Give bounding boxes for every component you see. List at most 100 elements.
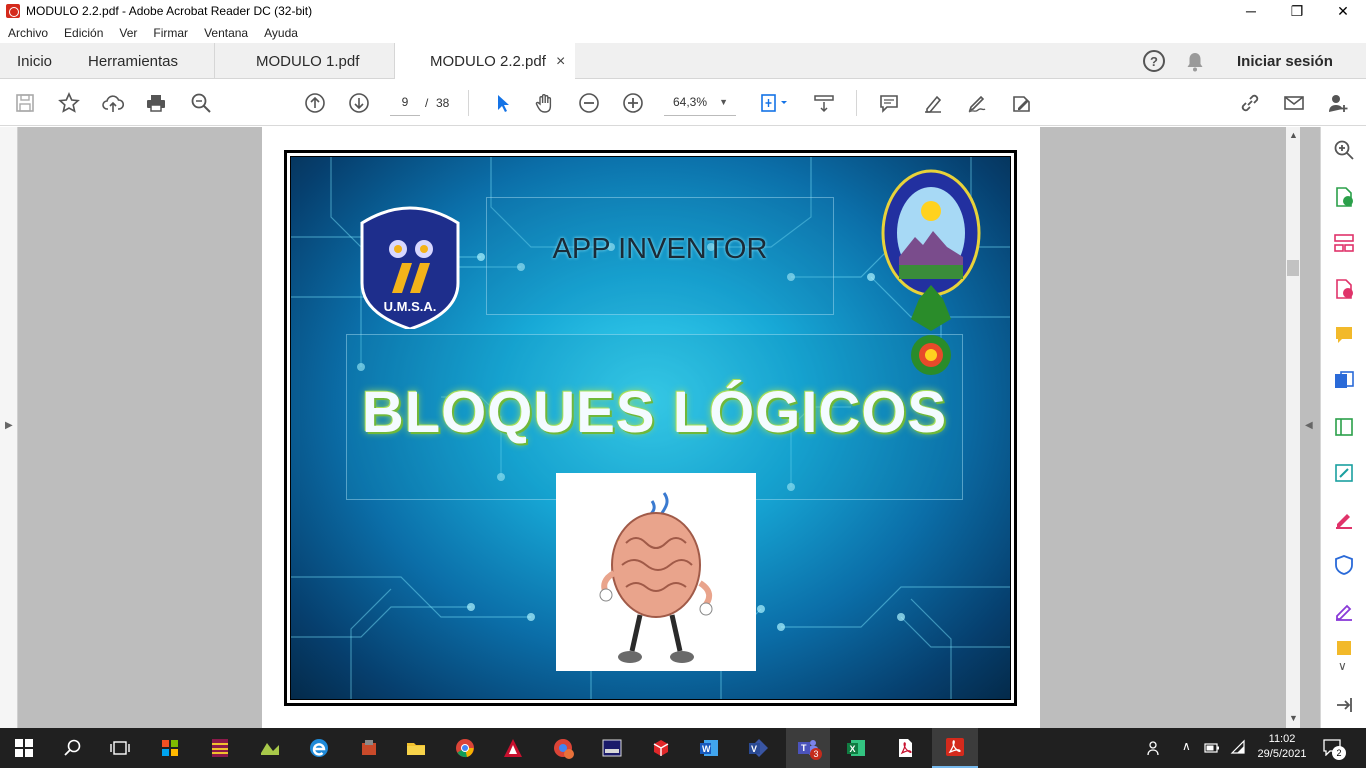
organize-pages-icon[interactable]	[1332, 231, 1356, 255]
add-user-icon[interactable]	[1325, 90, 1351, 116]
store-icon[interactable]	[155, 734, 185, 762]
next-page-icon[interactable]	[346, 90, 372, 116]
menu-edicion[interactable]: Edición	[56, 26, 111, 40]
sign-pen-icon[interactable]	[964, 90, 990, 116]
system-clock[interactable]: 11:02 29/5/2021	[1252, 732, 1312, 762]
teams-icon[interactable]: T 3	[786, 728, 830, 768]
page-number-input[interactable]: 9	[390, 92, 420, 116]
cobra-app-icon[interactable]	[255, 734, 285, 762]
autocad-icon[interactable]	[498, 734, 528, 762]
vertical-scrollbar[interactable]: ▲ ▼	[1286, 127, 1300, 728]
select-cursor-icon[interactable]	[489, 90, 515, 116]
request-signature-icon[interactable]	[1332, 599, 1356, 623]
action-center-icon[interactable]: 2	[1322, 738, 1346, 760]
chrome-profile-icon[interactable]	[548, 734, 578, 762]
menu-archivo[interactable]: Archivo	[0, 26, 56, 40]
fill-sign-icon[interactable]	[1008, 90, 1034, 116]
edit-pdf-icon[interactable]	[1332, 461, 1356, 485]
fit-page-icon[interactable]	[755, 90, 791, 116]
zoom-level-value: 64,3%	[673, 95, 708, 109]
sign-in-button[interactable]: Iniciar sesión	[1237, 53, 1333, 70]
email-icon[interactable]	[1281, 90, 1307, 116]
compress-pdf-icon[interactable]	[1332, 415, 1356, 439]
svg-text:T: T	[801, 743, 807, 753]
umsa-logo-text: U.M.S.A.	[383, 299, 437, 314]
toolbar: 9 / 38 64,3% ▼	[0, 80, 1366, 126]
search-icon[interactable]	[58, 734, 88, 762]
task-view-icon[interactable]	[105, 734, 135, 762]
create-pdf-icon[interactable]	[1332, 277, 1356, 301]
expand-left-arrow-icon[interactable]: ▶	[5, 420, 13, 431]
scrollbar-thumb[interactable]	[1287, 260, 1299, 276]
scroll-down-arrow-icon[interactable]: ▼	[1289, 713, 1298, 723]
highlight-pen-icon[interactable]	[920, 90, 946, 116]
hand-tool-icon[interactable]	[532, 90, 558, 116]
sketchup-icon[interactable]	[646, 734, 676, 762]
edge-browser-icon[interactable]	[304, 734, 334, 762]
slide-top-title: APP INVENTOR	[552, 233, 768, 265]
fill-and-sign-icon[interactable]	[1332, 507, 1356, 531]
word-icon[interactable]: W	[694, 734, 724, 762]
chrome-browser-icon[interactable]	[450, 734, 480, 762]
comment-tool-icon[interactable]	[1332, 323, 1356, 347]
zoom-search-icon[interactable]	[188, 90, 214, 116]
zoom-level-dropdown[interactable]: 64,3% ▼	[664, 92, 736, 116]
excel-icon[interactable]: X	[841, 734, 871, 762]
tools-scroll-down-chevron-icon[interactable]: ∨	[1338, 659, 1347, 673]
scroll-mode-icon[interactable]	[811, 90, 837, 116]
share-link-icon[interactable]	[1237, 90, 1263, 116]
tab-document-label: MODULO 2.2.pdf	[430, 53, 546, 70]
collapse-pane-icon[interactable]	[1332, 693, 1356, 717]
tab-bar: Inicio Herramientas MODULO 1.pdf MODULO …	[0, 43, 1366, 80]
tab-home[interactable]: Inicio	[17, 43, 52, 79]
maximize-button[interactable]: ❐	[1274, 0, 1320, 22]
right-tools-pane: ∨	[1320, 127, 1366, 728]
pdf-file-icon[interactable]	[890, 734, 920, 762]
winrar-icon[interactable]	[205, 734, 235, 762]
show-hidden-icons-chevron-icon[interactable]: ∧	[1182, 739, 1191, 753]
file-explorer-icon[interactable]	[401, 734, 431, 762]
previous-page-icon[interactable]	[302, 90, 328, 116]
close-button[interactable]: ✕	[1320, 0, 1366, 22]
menu-ventana[interactable]: Ventana	[196, 26, 256, 40]
menu-firmar[interactable]: Firmar	[145, 26, 196, 40]
help-icon[interactable]: ?	[1143, 50, 1165, 72]
tab-document-modulo-2-2[interactable]: MODULO 2.2.pdf ×	[395, 43, 575, 80]
visio-icon[interactable]: V	[743, 734, 773, 762]
combine-files-icon[interactable]	[1332, 369, 1356, 393]
brain-character-image	[556, 473, 756, 671]
windows-start-icon[interactable]	[9, 734, 39, 762]
tab-document-modulo-1[interactable]: MODULO 1.pdf	[215, 43, 395, 79]
people-icon[interactable]	[1140, 734, 1170, 762]
protect-shield-icon[interactable]	[1332, 553, 1356, 577]
bookmark-star-icon[interactable]	[56, 90, 82, 116]
zoom-out-icon[interactable]	[576, 90, 602, 116]
save-icon[interactable]	[12, 90, 38, 116]
menu-ayuda[interactable]: Ayuda	[256, 26, 306, 40]
battery-icon[interactable]	[1204, 741, 1220, 753]
total-pages: 38	[436, 96, 450, 110]
upload-cloud-icon[interactable]	[100, 90, 126, 116]
toolbar-divider	[468, 90, 469, 116]
menu-ver[interactable]: Ver	[111, 26, 145, 40]
umsa-engineering-logo: U.M.S.A.	[358, 201, 462, 331]
collapse-right-pane-arrow-icon[interactable]: ◀	[1305, 420, 1313, 431]
qbasic-app-icon[interactable]	[597, 734, 627, 762]
scroll-up-arrow-icon[interactable]: ▲	[1289, 130, 1298, 140]
left-nav-pane-toggle[interactable]: ▶	[0, 127, 18, 728]
notifications-bell-icon[interactable]	[1186, 52, 1204, 72]
more-tools-icon[interactable]	[1332, 641, 1356, 655]
comment-icon[interactable]	[876, 90, 902, 116]
paint-app-icon[interactable]	[354, 734, 384, 762]
tab-tools[interactable]: Herramientas	[88, 43, 178, 79]
zoom-in-icon[interactable]	[620, 90, 646, 116]
tab-close-icon[interactable]: ×	[556, 53, 565, 71]
search-tool-icon[interactable]	[1332, 138, 1356, 162]
export-pdf-icon[interactable]	[1332, 185, 1356, 209]
acrobat-taskbar-icon[interactable]	[932, 728, 978, 768]
wifi-icon[interactable]	[1230, 739, 1246, 755]
print-icon[interactable]	[143, 90, 169, 116]
minimize-button[interactable]: ─	[1228, 0, 1274, 22]
acrobat-app-icon	[6, 4, 20, 18]
slide-background: APP INVENTOR BLOQUES LÓGICOS U.M.S.A.	[290, 156, 1011, 700]
